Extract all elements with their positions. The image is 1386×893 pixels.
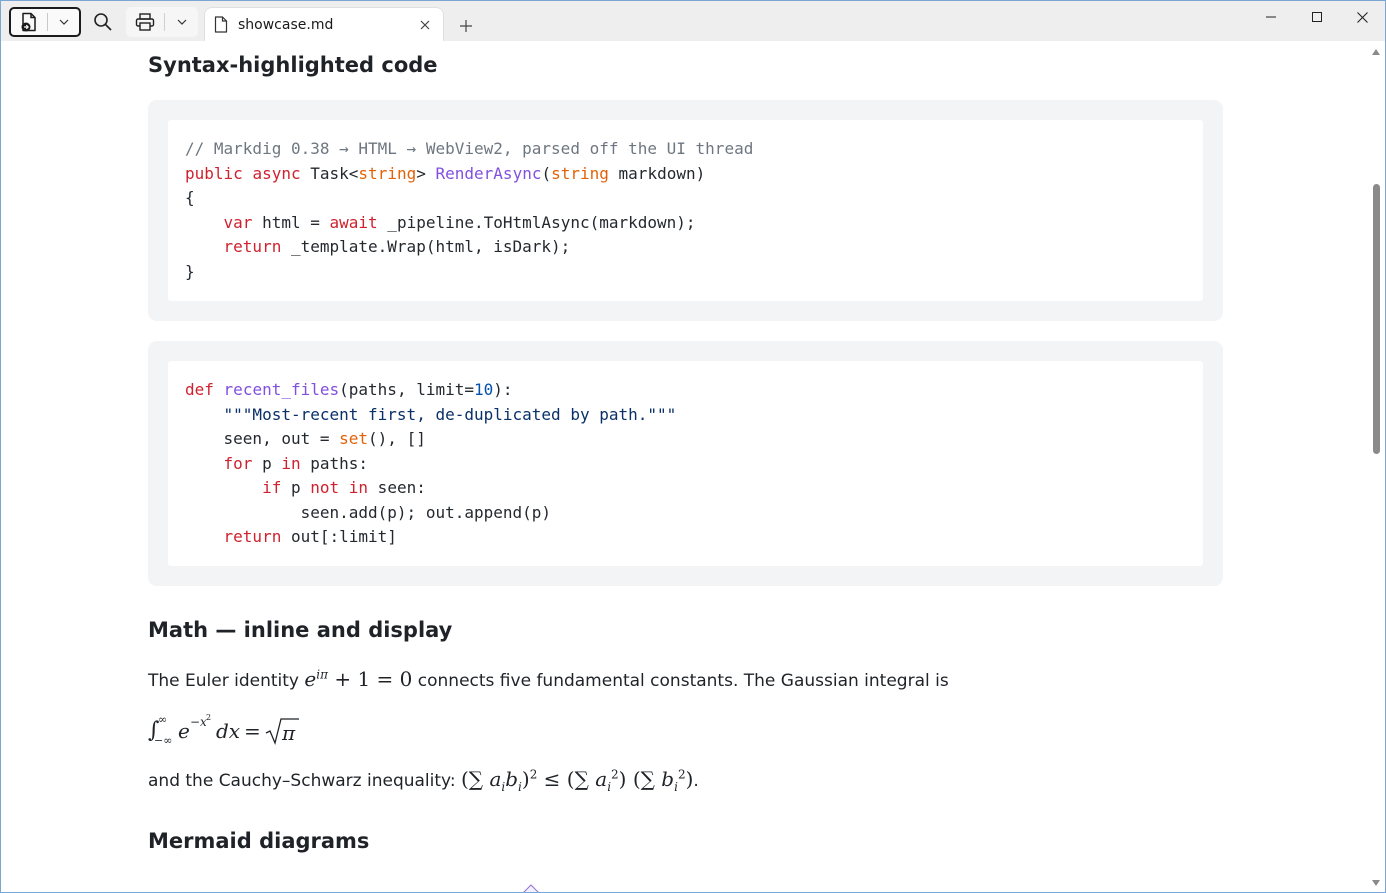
search-icon[interactable] [91,10,115,34]
code-keyword: await [329,212,378,232]
svg-text:∞: ∞ [158,713,167,726]
code-block-python: def recent_files(paths, limit=10): """Mo… [148,341,1223,586]
code-block-inner: // Markdig 0.38 → HTML → WebView2, parse… [168,120,1203,301]
svg-text:e: e [178,719,190,743]
printer-icon[interactable] [126,7,164,37]
tab-showcase[interactable]: showcase.md [205,8,443,41]
code-text: // Markdig 0.38 → HTML → WebView2, parse… [185,137,753,284]
code-keyword: public [185,163,243,183]
chevron-down-icon[interactable] [48,9,79,35]
code-text: Task< [310,163,359,183]
code-text: ( [541,163,552,183]
close-icon[interactable] [411,11,439,39]
gaussian-integral-formula: ∫ ∞ −∞ e −x 2 dx = π [148,709,308,754]
code-text: } [185,261,195,281]
code-function: RenderAsync [435,163,542,183]
app-window: showcase.md Syntax-highlighted code // M… [0,0,1386,893]
code-text: _template.Wrap(html, isDark); [281,237,571,256]
print-split-button[interactable] [126,7,198,37]
code-function: recent_files [223,380,340,399]
code-text: { [185,188,195,207]
code-text: p [252,453,282,473]
code-text: def recent_files(paths, limit=10): """Mo… [185,378,676,550]
code-text: p [281,478,311,497]
svg-text:−∞: −∞ [154,734,172,747]
code-text: _pipeline.ToHtmlAsync(markdown); [377,212,696,232]
code-number: 10 [474,380,494,399]
app-open-icon[interactable] [11,9,47,35]
code-keyword: in [281,453,301,473]
cauchy-schwarz-formula: (∑ aibi)2 ≤ (∑ ai2) (∑ bi2) [461,767,694,794]
svg-text:dx: dx [216,719,240,743]
code-text: seen: [368,478,426,497]
scroll-down-icon[interactable] [1371,878,1381,888]
code-text: > [416,163,426,183]
math-paragraph-2: and the Cauchy–Schwarz inequality: (∑ ai… [148,767,699,794]
code-builtin: set [339,429,369,448]
open-split-button[interactable] [9,7,81,37]
paragraph-text: The Euler identity [148,671,305,691]
code-text: seen.add(p); out.append(p) [300,502,552,522]
code-type: string [358,163,417,183]
euler-identity-formula: eiπ + 1 = 0 [304,667,413,691]
code-text: ): [493,380,513,399]
code-keyword: not [310,478,340,497]
code-type: string [551,163,609,183]
code-keyword: return [223,237,282,256]
heading-mermaid-diagrams: Mermaid diagrams [148,829,370,853]
window-close-icon[interactable] [1339,1,1385,33]
heading-syntax-highlighted-code: Syntax-highlighted code [148,53,438,77]
svg-text:=: = [244,719,261,743]
svg-text:2: 2 [206,713,211,722]
mermaid-diagram-top [523,884,539,892]
code-text: paths: [300,453,369,473]
tab-title: showcase.md [238,16,334,33]
scrollbar-thumb[interactable] [1373,184,1380,454]
vertical-scrollbar[interactable] [1367,41,1385,892]
code-text: (), [] [368,429,426,448]
code-keyword: return [223,527,282,546]
minimize-icon[interactable] [1248,1,1294,33]
code-keyword: async [252,163,301,183]
code-keyword: var [223,212,253,232]
plus-icon[interactable] [453,13,479,39]
code-text: html = [252,212,330,232]
scroll-up-icon[interactable] [1371,47,1381,57]
chevron-down-icon[interactable] [165,7,198,37]
code-text: seen, out = [223,429,340,448]
math-paragraph-1: The Euler identity eiπ + 1 = 0 connects … [148,667,949,691]
svg-text:π: π [281,721,296,745]
code-block-csharp: // Markdig 0.38 → HTML → WebView2, parse… [148,100,1223,321]
code-keyword: in [348,478,369,497]
code-keyword: for [223,453,253,473]
paragraph-text: . [693,771,699,791]
document-icon [214,16,230,34]
code-block-inner: def recent_files(paths, limit=10): """Mo… [168,361,1203,566]
code-keyword: if [262,478,282,497]
svg-text:−x: −x [190,715,207,729]
markdown-view[interactable]: Syntax-highlighted code // Markdig 0.38 … [1,41,1367,892]
maximize-icon[interactable] [1294,1,1340,33]
heading-math: Math — inline and display [148,618,453,642]
paragraph-text: connects five fundamental constants. The… [412,671,949,691]
code-text: markdown) [608,163,706,183]
code-string: """Most-recent first, de-duplicated by p… [223,404,677,424]
code-comment: // Markdig 0.38 → HTML → WebView2, parse… [185,139,754,158]
title-bar: showcase.md [1,1,1385,41]
code-text: (paths, limit= [339,380,474,399]
code-keyword: def [185,380,214,399]
paragraph-text: and the Cauchy–Schwarz inequality: [148,771,461,791]
code-text: out[:limit] [281,527,397,546]
